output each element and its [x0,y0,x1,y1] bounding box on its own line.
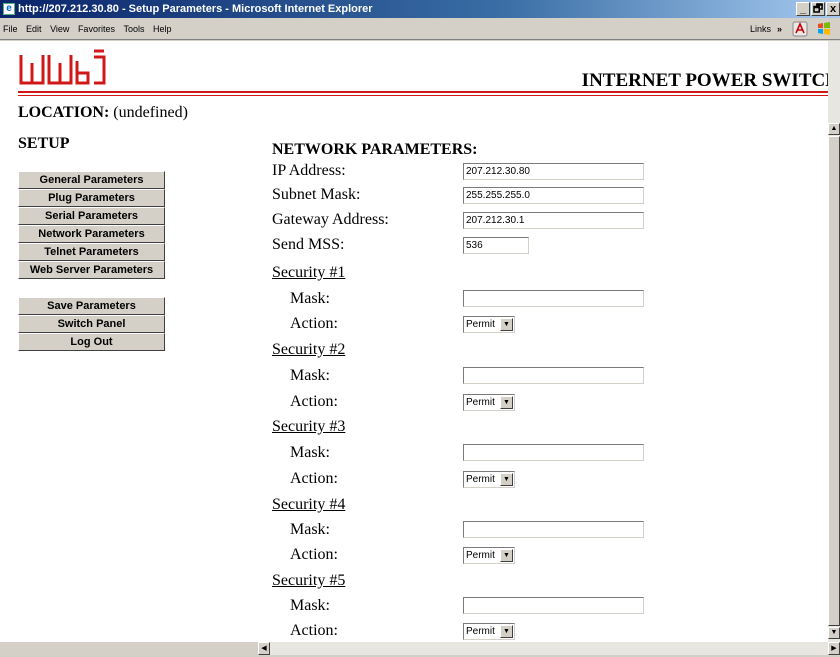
save-parameters-button[interactable]: Save Parameters [18,297,165,315]
menu-tools[interactable]: Tools [120,18,147,40]
header-rule-bottom [18,95,828,96]
security-3-action-select[interactable]: Permit ▼ [463,471,515,488]
security-1-title: Security #1 [272,264,346,281]
subnet-mask-input[interactable]: 255.255.255.0 [463,187,644,204]
security-4-action-label: Action: [290,546,338,563]
menu-help[interactable]: Help [150,18,175,40]
security-5-action-label: Action: [290,622,338,639]
ie-icon: e [3,3,15,15]
ip-address-input[interactable]: 207.212.30.80 [463,163,644,180]
security-4-mask-label: Mask: [290,521,330,538]
location-label: LOCATION: [18,104,110,121]
ip-address-label: IP Address: [272,162,346,179]
dropdown-arrow-icon[interactable]: ▼ [500,473,513,486]
security-3-mask-input[interactable] [463,444,644,461]
security-4-action-value: Permit [466,550,495,561]
security-5-mask-label: Mask: [290,597,330,614]
security-5-mask-input[interactable] [463,597,644,614]
web-server-parameters-button[interactable]: Web Server Parameters [18,261,165,279]
menu-edit[interactable]: Edit [23,18,45,40]
product-title: INTERNET POWER SWITCH [581,70,840,91]
serial-parameters-button[interactable]: Serial Parameters [18,207,165,225]
dropdown-arrow-icon[interactable]: ▼ [500,625,513,638]
location-line: LOCATION: (undefined) [18,104,188,122]
links-label[interactable]: Links [750,18,771,40]
security-5-action-select[interactable]: Permit ▼ [463,623,515,640]
security-4-mask-input[interactable] [463,521,644,538]
restore-button[interactable]: 🗗 [811,2,825,16]
menu-bar: File Edit View Favorites Tools Help Link… [0,18,840,40]
subnet-mask-label: Subnet Mask: [272,186,361,203]
setup-menu: General Parameters Plug Parameters Seria… [18,171,165,279]
scroll-down-icon[interactable]: ▼ [828,627,840,639]
menu-view[interactable]: View [47,18,72,40]
plug-parameters-button[interactable]: Plug Parameters [18,189,165,207]
acrobat-icon[interactable] [792,21,808,37]
telnet-parameters-button[interactable]: Telnet Parameters [18,243,165,261]
window-title: http://207.212.30.80 - Setup Parameters … [18,3,373,15]
gateway-address-label: Gateway Address: [272,211,389,228]
network-parameters-title: NETWORK PARAMETERS: [272,141,478,158]
header-rule-top [18,91,828,93]
general-parameters-button[interactable]: General Parameters [18,171,165,189]
security-5-title: Security #5 [272,572,346,589]
vertical-scrollbar[interactable]: ▲ ▼ [828,41,840,642]
security-2-title: Security #2 [272,341,346,358]
security-3-action-value: Permit [466,474,495,485]
dropdown-arrow-icon[interactable]: ▼ [500,549,513,562]
security-5-action-value: Permit [466,626,495,637]
security-2-mask-label: Mask: [290,367,330,384]
security-4-title: Security #4 [272,496,346,513]
menu-file[interactable]: File [0,18,21,40]
action-menu: Save Parameters Switch Panel Log Out [18,297,165,351]
send-mss-label: Send MSS: [272,236,345,253]
security-2-action-select[interactable]: Permit ▼ [463,394,515,411]
security-1-action-select[interactable]: Permit ▼ [463,316,515,333]
location-value: (undefined) [113,104,188,121]
log-out-button[interactable]: Log Out [18,333,165,351]
security-1-action-label: Action: [290,315,338,332]
security-2-mask-input[interactable] [463,367,644,384]
switch-panel-button[interactable]: Switch Panel [18,315,165,333]
setup-title: SETUP [18,135,70,152]
wti-logo [19,49,106,85]
security-3-action-label: Action: [290,470,338,487]
security-3-mask-label: Mask: [290,444,330,461]
window-controls: _ 🗗 x [795,2,840,16]
security-1-mask-input[interactable] [463,290,644,307]
vertical-scroll-thumb[interactable] [828,136,840,626]
window-title-bar[interactable]: e http://207.212.30.80 - Setup Parameter… [0,0,840,18]
network-parameters-button[interactable]: Network Parameters [18,225,165,243]
horizontal-scrollbar[interactable]: ◀ ▶ [258,642,840,655]
windows-logo-icon [818,22,830,35]
security-4-action-select[interactable]: Permit ▼ [463,547,515,564]
gateway-address-input[interactable]: 207.212.30.1 [463,212,644,229]
security-3-title: Security #3 [272,418,346,435]
security-2-action-label: Action: [290,393,338,410]
scroll-left-icon[interactable]: ◀ [258,642,270,655]
send-mss-input[interactable]: 536 [463,237,529,254]
links-chevron[interactable]: » [777,18,782,40]
dropdown-arrow-icon[interactable]: ▼ [500,396,513,409]
scroll-up-icon[interactable]: ▲ [828,123,840,135]
security-1-action-value: Permit [466,319,495,330]
close-button[interactable]: x [826,2,840,16]
minimize-button[interactable]: _ [796,2,810,16]
security-2-action-value: Permit [466,397,495,408]
dropdown-arrow-icon[interactable]: ▼ [500,318,513,331]
scroll-right-icon[interactable]: ▶ [828,642,840,655]
menu-favorites[interactable]: Favorites [75,18,118,40]
security-1-mask-label: Mask: [290,290,330,307]
